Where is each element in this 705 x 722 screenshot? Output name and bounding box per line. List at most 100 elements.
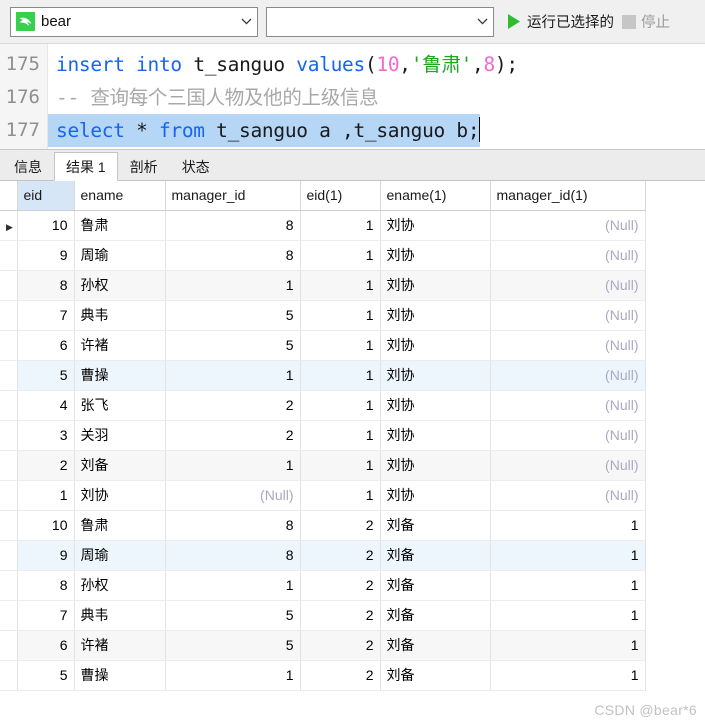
cell-eid[interactable]: 2	[17, 450, 75, 481]
sql-line[interactable]: -- 查询每个三国人物及他的上级信息	[48, 81, 705, 114]
cell-ename1[interactable]: 刘备	[380, 540, 491, 571]
row-marker-cell[interactable]	[0, 480, 18, 511]
cell-manager_id1[interactable]: (Null)	[490, 210, 646, 241]
cell-manager_id1[interactable]: (Null)	[490, 330, 646, 361]
cell-ename1[interactable]: 刘协	[380, 450, 491, 481]
cell-ename[interactable]: 许褚	[74, 630, 166, 661]
chevron-down-icon[interactable]	[235, 8, 257, 36]
column-header-ename[interactable]: ename	[74, 181, 166, 211]
table-row[interactable]: 5 曹操 1 2 刘备 1	[0, 660, 646, 691]
table-row[interactable]: 9 周瑜 8 2 刘备 1	[0, 540, 646, 571]
table-row[interactable]: 9 周瑜 8 1 刘协 (Null)	[0, 240, 646, 271]
cell-manager_id[interactable]: 5	[165, 600, 301, 631]
cell-manager_id[interactable]: (Null)	[165, 480, 301, 511]
cell-ename[interactable]: 典韦	[74, 300, 166, 331]
cell-ename[interactable]: 关羽	[74, 420, 166, 451]
column-header-manager_id[interactable]: manager_id	[165, 181, 301, 211]
cell-ename1[interactable]: 刘备	[380, 510, 491, 541]
cell-ename[interactable]: 鲁肃	[74, 510, 166, 541]
row-marker-cell[interactable]	[0, 270, 18, 301]
column-header-eid1[interactable]: eid(1)	[300, 181, 381, 211]
tab-结果 1[interactable]: 结果 1	[54, 152, 118, 181]
cell-eid[interactable]: 3	[17, 420, 75, 451]
cell-eid[interactable]: 6	[17, 630, 75, 661]
row-marker-cell[interactable]	[0, 630, 18, 661]
cell-eid1[interactable]: 1	[300, 300, 381, 331]
row-marker-cell[interactable]	[0, 570, 18, 601]
cell-manager_id1[interactable]: 1	[490, 660, 646, 691]
cell-eid1[interactable]: 2	[300, 660, 381, 691]
cell-manager_id1[interactable]: (Null)	[490, 420, 646, 451]
cell-eid[interactable]: 7	[17, 300, 75, 331]
cell-manager_id1[interactable]: (Null)	[490, 240, 646, 271]
row-marker-cell[interactable]	[0, 240, 18, 271]
schema-dropdown[interactable]	[266, 6, 494, 37]
stop-button[interactable]: 停止	[618, 7, 674, 37]
cell-manager_id1[interactable]: 1	[490, 540, 646, 571]
cell-manager_id[interactable]: 1	[165, 570, 301, 601]
cell-manager_id[interactable]: 8	[165, 540, 301, 571]
cell-manager_id1[interactable]: 1	[490, 630, 646, 661]
chevron-down-icon[interactable]	[471, 8, 493, 36]
cell-ename[interactable]: 孙权	[74, 270, 166, 301]
cell-manager_id[interactable]: 8	[165, 240, 301, 271]
cell-ename[interactable]: 张飞	[74, 390, 166, 421]
cell-manager_id[interactable]: 8	[165, 210, 301, 241]
cell-eid1[interactable]: 1	[300, 210, 381, 241]
cell-eid[interactable]: 4	[17, 390, 75, 421]
column-header-manager_id1[interactable]: manager_id(1)	[490, 181, 646, 211]
table-row[interactable]: 5 曹操 1 1 刘协 (Null)	[0, 360, 646, 391]
tab-状态[interactable]: 状态	[170, 152, 222, 180]
row-marker-cell[interactable]	[0, 600, 18, 631]
cell-ename1[interactable]: 刘备	[380, 570, 491, 601]
cell-ename1[interactable]: 刘协	[380, 390, 491, 421]
cell-manager_id1[interactable]: (Null)	[490, 390, 646, 421]
cell-eid1[interactable]: 2	[300, 570, 381, 601]
column-header-ename1[interactable]: ename(1)	[380, 181, 491, 211]
table-row[interactable]: ▶ 10 鲁肃 8 1 刘协 (Null)	[0, 210, 646, 241]
table-row[interactable]: 3 关羽 2 1 刘协 (Null)	[0, 420, 646, 451]
cell-manager_id[interactable]: 5	[165, 300, 301, 331]
table-row[interactable]: 6 许褚 5 2 刘备 1	[0, 630, 646, 661]
cell-manager_id1[interactable]: (Null)	[490, 300, 646, 331]
cell-manager_id1[interactable]: (Null)	[490, 450, 646, 481]
cell-eid1[interactable]: 2	[300, 630, 381, 661]
cell-eid[interactable]: 9	[17, 240, 75, 271]
table-row[interactable]: 6 许褚 5 1 刘协 (Null)	[0, 330, 646, 361]
cell-eid1[interactable]: 1	[300, 390, 381, 421]
cell-ename1[interactable]: 刘备	[380, 660, 491, 691]
table-row[interactable]: 7 典韦 5 2 刘备 1	[0, 600, 646, 631]
row-marker-cell[interactable]	[0, 390, 18, 421]
row-marker-cell[interactable]	[0, 420, 18, 451]
cell-manager_id[interactable]: 2	[165, 390, 301, 421]
row-marker-cell[interactable]	[0, 300, 18, 331]
tab-剖析[interactable]: 剖析	[118, 152, 170, 180]
sql-line[interactable]: insert into t_sanguo values(10,'鲁肃',8);	[48, 48, 705, 81]
cell-ename1[interactable]: 刘协	[380, 270, 491, 301]
table-row[interactable]: 8 孙权 1 2 刘备 1	[0, 570, 646, 601]
cell-ename1[interactable]: 刘协	[380, 480, 491, 511]
cell-eid1[interactable]: 1	[300, 360, 381, 391]
cell-manager_id1[interactable]: (Null)	[490, 360, 646, 391]
cell-manager_id[interactable]: 1	[165, 660, 301, 691]
cell-ename1[interactable]: 刘协	[380, 420, 491, 451]
cell-ename1[interactable]: 刘协	[380, 210, 491, 241]
cell-manager_id[interactable]: 8	[165, 510, 301, 541]
cell-eid[interactable]: 9	[17, 540, 75, 571]
cell-manager_id[interactable]: 1	[165, 360, 301, 391]
cell-eid1[interactable]: 1	[300, 480, 381, 511]
table-row[interactable]: 8 孙权 1 1 刘协 (Null)	[0, 270, 646, 301]
sql-line[interactable]: select * from t_sanguo a ,t_sanguo b;	[48, 114, 481, 147]
cell-ename1[interactable]: 刘协	[380, 240, 491, 271]
table-row[interactable]: 7 典韦 5 1 刘协 (Null)	[0, 300, 646, 331]
cell-eid[interactable]: 5	[17, 660, 75, 691]
cell-ename1[interactable]: 刘备	[380, 600, 491, 631]
cell-manager_id[interactable]: 5	[165, 330, 301, 361]
table-row[interactable]: 2 刘备 1 1 刘协 (Null)	[0, 450, 646, 481]
cell-eid1[interactable]: 1	[300, 450, 381, 481]
cell-manager_id1[interactable]: 1	[490, 570, 646, 601]
cell-eid[interactable]: 8	[17, 270, 75, 301]
cell-ename[interactable]: 许褚	[74, 330, 166, 361]
row-marker-cell[interactable]	[0, 540, 18, 571]
row-marker-cell[interactable]	[0, 450, 18, 481]
